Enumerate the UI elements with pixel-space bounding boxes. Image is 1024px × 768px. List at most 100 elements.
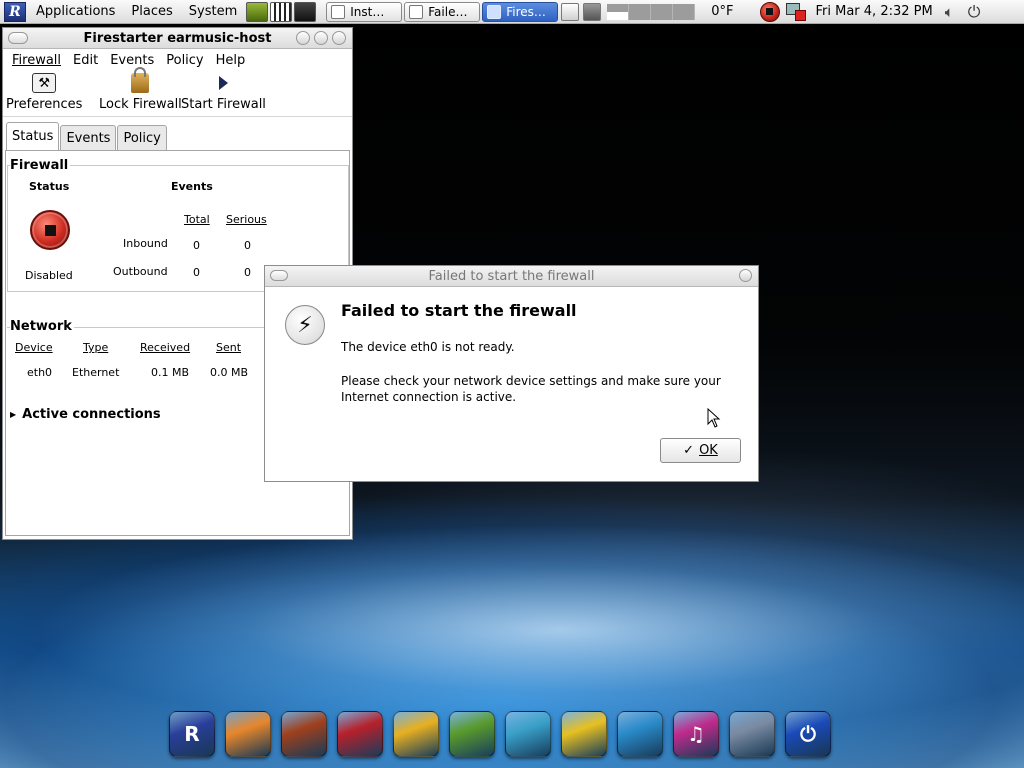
lightning-warning-icon: ⚡︎: [285, 305, 325, 345]
device-header[interactable]: Device: [15, 341, 53, 354]
firestarter-icon[interactable]: [337, 711, 383, 757]
dock: R ♫ ⏻: [160, 702, 840, 766]
start-firewall-button[interactable]: Start Firewall: [181, 73, 266, 112]
firewall-section-title: Firewall: [10, 158, 71, 173]
dialog-titlebar[interactable]: Failed to start the firewall: [265, 266, 758, 287]
music-icon[interactable]: ♫: [673, 711, 719, 757]
menu-applications[interactable]: Applications: [28, 4, 123, 19]
network-received[interactable]: 0.1 MB: [151, 366, 189, 379]
lock-firewall-button[interactable]: Lock Firewall: [99, 67, 182, 112]
workspace-switcher[interactable]: [607, 3, 696, 20]
events-header: Events: [171, 180, 213, 193]
minimize-button[interactable]: [296, 31, 310, 45]
dialog-title: Failed to start the firewall: [428, 268, 595, 284]
error-dialog: Failed to start the firewall ⚡︎ Failed t…: [264, 265, 759, 482]
menubar: Firewall Edit Events Policy Help: [3, 49, 352, 71]
show-desktop-icon[interactable]: [561, 2, 580, 21]
volume-icon[interactable]: 🔈︎: [945, 3, 954, 21]
outbound-total: 0: [193, 266, 200, 279]
settings-icon[interactable]: [729, 711, 775, 757]
image-editor-icon[interactable]: [449, 711, 495, 757]
network-status-icon[interactable]: [785, 2, 806, 21]
weather-temperature[interactable]: 0°F: [711, 4, 733, 19]
active-connections-expander[interactable]: ▶ Active connections: [10, 407, 161, 422]
close-button[interactable]: [332, 31, 346, 45]
distro-icon[interactable]: R: [169, 711, 215, 757]
power-icon[interactable]: ⏻: [968, 2, 981, 22]
sent-header[interactable]: Sent: [216, 341, 241, 354]
firewall-stopped-icon: [30, 210, 70, 250]
document-icon: [331, 4, 346, 19]
inbound-serious: 0: [244, 239, 251, 252]
inbound-label: Inbound: [123, 237, 168, 250]
menu-edit[interactable]: Edit: [67, 53, 104, 68]
workspace-2[interactable]: [629, 3, 652, 20]
dialog-message-check: Please check your network device setting…: [341, 374, 721, 404]
guitar-icon[interactable]: [281, 711, 327, 757]
window-title: Firestarter earmusic-host: [83, 30, 272, 46]
workspace-1[interactable]: [607, 3, 630, 20]
type-header[interactable]: Type: [83, 341, 108, 354]
coffee-icon[interactable]: [393, 711, 439, 757]
task-firestarter[interactable]: Fires…: [482, 1, 559, 22]
total-header: Total: [184, 213, 210, 226]
firestarter-icon: [487, 4, 502, 19]
network-type[interactable]: Ethernet: [72, 366, 119, 379]
toolbar: ⚒ Preferences Lock Firewall Start Firewa…: [3, 67, 352, 117]
window-titlebar[interactable]: Firestarter earmusic-host: [3, 28, 352, 49]
drawing-icon[interactable]: [617, 711, 663, 757]
system-monitor-launcher-icon[interactable]: [246, 1, 269, 22]
workspace-3[interactable]: [651, 3, 674, 20]
power-icon[interactable]: ⏻: [785, 711, 831, 757]
workspace-4[interactable]: [673, 3, 696, 20]
panel-menu: Applications Places System: [28, 0, 245, 24]
menu-events[interactable]: Events: [104, 53, 160, 68]
messenger-icon[interactable]: [505, 711, 551, 757]
tab-events[interactable]: Events: [60, 125, 117, 150]
menu-places[interactable]: Places: [123, 4, 180, 19]
network-sent[interactable]: 0.0 MB: [210, 366, 248, 379]
menu-policy[interactable]: Policy: [160, 53, 209, 68]
network-device[interactable]: eth0: [27, 366, 52, 379]
task-install[interactable]: Inst…: [326, 1, 403, 22]
expander-arrow-icon: ▶: [10, 410, 17, 419]
firewall-status-icon[interactable]: [759, 1, 780, 22]
mouse-pointer-icon: [707, 408, 721, 428]
trash-icon[interactable]: [583, 2, 602, 21]
tab-status[interactable]: Status: [6, 122, 60, 150]
dialog-message-device: The device eth0 is not ready.: [341, 340, 515, 354]
tools-icon: ⚒: [32, 73, 57, 93]
maximize-button[interactable]: [314, 31, 328, 45]
status-header: Status: [29, 180, 70, 193]
inbound-total: 0: [193, 239, 200, 252]
outbound-serious: 0: [244, 266, 251, 279]
office-icon[interactable]: [561, 711, 607, 757]
menu-system[interactable]: System: [181, 4, 245, 19]
dialog-close-button[interactable]: [739, 269, 752, 282]
menu-help[interactable]: Help: [210, 53, 252, 68]
check-icon: ✓: [683, 443, 695, 458]
outbound-label: Outbound: [113, 265, 168, 278]
menu-firewall[interactable]: Firewall: [6, 53, 67, 68]
ok-button[interactable]: ✓ OK: [660, 438, 741, 463]
firefox-icon[interactable]: [225, 711, 271, 757]
tab-bar: Status Events Policy: [6, 122, 168, 150]
lock-icon: [131, 67, 150, 93]
preferences-button[interactable]: ⚒ Preferences: [6, 73, 82, 112]
status-value: Disabled: [25, 269, 73, 282]
received-header[interactable]: Received: [140, 341, 190, 354]
audio-launcher-icon[interactable]: [294, 1, 317, 22]
distro-logo-icon[interactable]: R: [4, 1, 26, 22]
clock[interactable]: Fri Mar 4, 2:32 PM: [816, 4, 933, 19]
dialog-menu-button[interactable]: [270, 270, 288, 281]
task-failed-dialog[interactable]: Faile…: [404, 1, 481, 22]
tab-policy[interactable]: Policy: [117, 125, 167, 150]
piano-launcher-icon[interactable]: [270, 1, 293, 22]
window-menu-button[interactable]: [8, 32, 28, 44]
network-section-title: Network: [10, 319, 74, 334]
dialog-heading: Failed to start the firewall: [341, 301, 577, 320]
firestarter-icon: [409, 4, 424, 19]
play-icon: [211, 73, 235, 93]
serious-header: Serious: [226, 213, 267, 226]
top-panel: R Applications Places System Inst… Faile…: [0, 0, 1024, 24]
